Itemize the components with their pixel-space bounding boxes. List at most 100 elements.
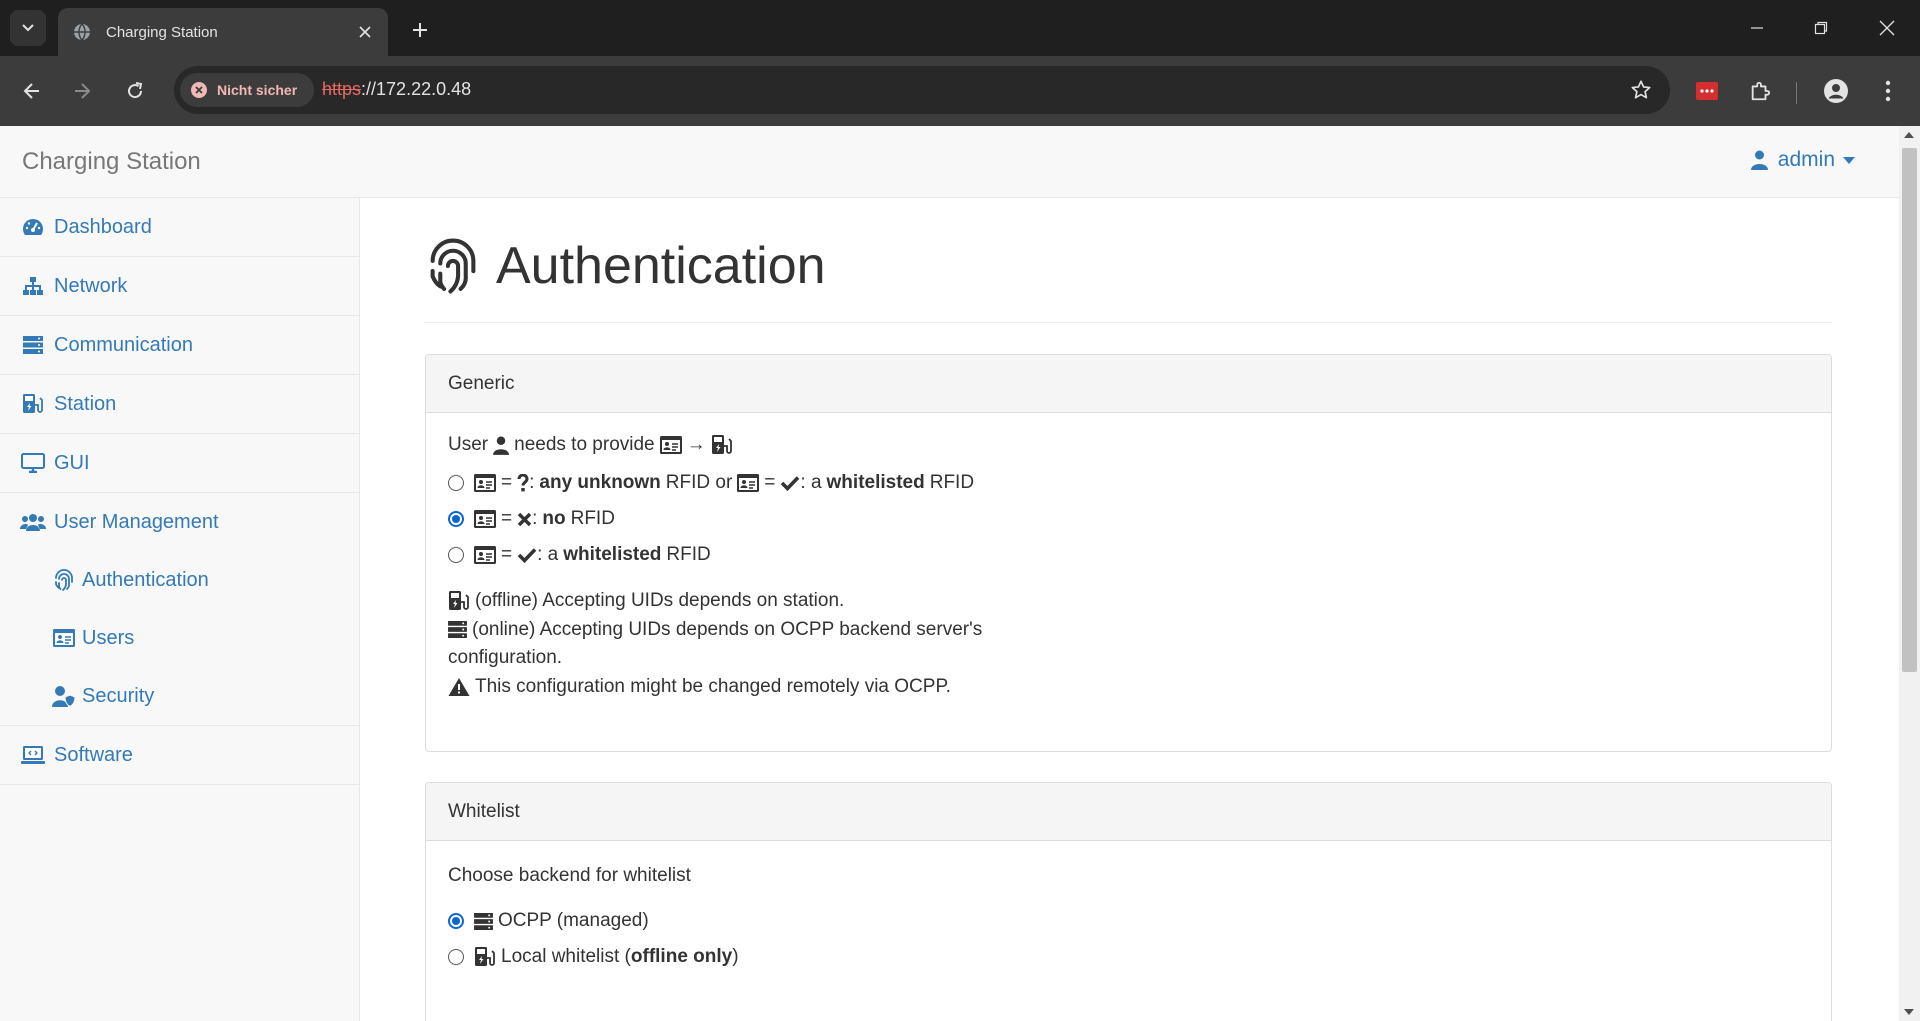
arrow-right-icon xyxy=(75,83,91,99)
sidebar-item-gui[interactable]: GUI xyxy=(0,434,359,493)
radio-button[interactable] xyxy=(448,547,464,563)
sidebar-item-software[interactable]: Software xyxy=(0,726,359,785)
colon-text: : xyxy=(532,508,538,529)
times-icon xyxy=(517,512,532,526)
scroll-up-arrow[interactable] xyxy=(1904,132,1914,138)
auth-option-whitelisted[interactable]: = : a whitelisted RFID xyxy=(448,537,1809,573)
tab-close-button[interactable] xyxy=(352,19,378,45)
auth-option-unknown-or-whitelisted[interactable]: = : any unknown RFID or = : a whiteliste… xyxy=(448,465,1809,501)
new-tab-button[interactable] xyxy=(404,14,436,46)
any-unknown-text: any unknown xyxy=(539,472,661,493)
ocpp-option-text: OCPP (managed) xyxy=(498,910,649,931)
puzzle-icon xyxy=(1751,81,1771,101)
id-card-icon xyxy=(474,546,496,564)
users-icon xyxy=(20,509,46,535)
page-scrollbar[interactable] xyxy=(1899,126,1920,1021)
tab-title: Charging Station xyxy=(106,23,218,41)
radio-button[interactable] xyxy=(448,949,464,965)
radio-button-selected[interactable] xyxy=(448,913,464,929)
generic-panel: Generic User needs to provide → = : any … xyxy=(425,354,1832,752)
sidebar-item-authentication[interactable]: Authentication xyxy=(0,551,359,609)
sidebar-item-label: Network xyxy=(54,274,128,297)
scroll-down-arrow[interactable] xyxy=(1904,1009,1914,1015)
sidebar-item-label: Station xyxy=(54,392,117,415)
sidebar-item-label: Software xyxy=(54,743,133,766)
notes: (offline) Accepting UIDs depends on stat… xyxy=(448,587,1809,701)
arrow-left-icon xyxy=(23,83,39,99)
back-button[interactable] xyxy=(12,71,52,111)
main-content: Authentication Generic User needs to pro… xyxy=(360,198,1899,1021)
equals-text: = xyxy=(501,508,513,529)
dashboard-icon xyxy=(20,214,46,240)
star-icon xyxy=(1631,80,1651,99)
equals-text: = xyxy=(764,472,776,493)
url-host: ://172.22.0.48 xyxy=(361,79,472,99)
user-icon xyxy=(1750,150,1768,170)
sidebar-item-label: Dashboard xyxy=(54,215,152,238)
sidebar-item-station[interactable]: Station xyxy=(0,375,359,434)
browser-menu-button[interactable] xyxy=(1868,71,1908,111)
browser-tab[interactable]: Charging Station xyxy=(58,8,388,56)
intro-line: User needs to provide → xyxy=(448,433,1809,457)
check-icon xyxy=(517,548,537,563)
sidebar-item-label: Users xyxy=(82,626,135,649)
restore-button[interactable] xyxy=(1790,0,1852,56)
fingerprint-icon xyxy=(430,238,476,294)
forward-button[interactable] xyxy=(62,71,102,111)
page-title: Authentication xyxy=(496,237,826,295)
whitelist-option-ocpp[interactable]: OCPP (managed) xyxy=(448,903,1809,939)
note-offline: (offline) Accepting UIDs depends on stat… xyxy=(448,587,1809,616)
minimize-button[interactable] xyxy=(1726,0,1788,56)
equals-text: = xyxy=(501,544,513,565)
sidebar-item-security[interactable]: Security xyxy=(0,667,359,725)
sidebar-item-dashboard[interactable]: Dashboard xyxy=(0,198,359,257)
question-icon xyxy=(517,474,529,492)
sidebar-item-user-management[interactable]: User Management xyxy=(0,493,359,551)
sidebar-item-users[interactable]: Users xyxy=(0,609,359,667)
scrollbar-thumb[interactable] xyxy=(1902,148,1917,672)
security-label: Nicht sicher xyxy=(217,82,298,98)
panel-body: Choose backend for whitelist OCPP (manag… xyxy=(426,841,1831,997)
local-option-text: Local whitelist ( xyxy=(501,946,631,967)
whitelist-option-local[interactable]: Local whitelist (offline only) xyxy=(448,939,1809,975)
rfid-text: RFID xyxy=(666,544,711,565)
security-chip[interactable]: Nicht sicher xyxy=(180,73,314,107)
url-text[interactable]: https://172.22.0.48 xyxy=(322,79,471,100)
tab-search-button[interactable] xyxy=(10,10,46,46)
user-menu[interactable]: admin xyxy=(1750,148,1855,172)
brand[interactable]: Charging Station xyxy=(22,148,201,176)
user-name: admin xyxy=(1777,148,1835,171)
id-card-icon xyxy=(737,474,760,492)
arrow-text: → xyxy=(686,434,706,455)
radio-button[interactable] xyxy=(448,475,464,491)
sidebar-item-network[interactable]: Network xyxy=(0,257,359,316)
charging-station-icon xyxy=(475,947,495,966)
auth-option-no-rfid[interactable]: = : no RFID xyxy=(448,501,1809,537)
close-window-button[interactable] xyxy=(1856,0,1918,56)
panel-body: User needs to provide → = : any unknown … xyxy=(426,413,1831,723)
address-bar[interactable]: Nicht sicher https://172.22.0.48 xyxy=(174,66,1670,114)
whitelist-panel: Whitelist Choose backend for whitelist O… xyxy=(425,782,1832,1021)
reload-icon xyxy=(128,82,143,99)
password-extension-button[interactable] xyxy=(1687,71,1727,111)
profile-button[interactable] xyxy=(1816,71,1856,111)
option-text: : a xyxy=(800,472,822,493)
whitelisted-text: whitelisted xyxy=(563,544,662,565)
whitelist-prompt: Choose backend for whitelist xyxy=(448,865,691,886)
reload-button[interactable] xyxy=(115,71,155,111)
charging-station-icon xyxy=(449,591,469,611)
more-vertical-icon xyxy=(1885,80,1891,102)
rfid-text: RFID xyxy=(570,508,615,529)
warning-icon xyxy=(448,677,470,696)
chevron-down-icon xyxy=(22,24,34,32)
radio-button-selected[interactable] xyxy=(448,511,464,527)
extensions-button[interactable] xyxy=(1740,71,1780,111)
sidebar-item-communication[interactable]: Communication xyxy=(0,316,359,375)
check-icon xyxy=(781,476,800,491)
colon-text: : xyxy=(529,472,535,493)
intro-user-text: User xyxy=(448,434,489,455)
laptop-code-icon xyxy=(20,742,46,768)
bookmark-button[interactable] xyxy=(1624,73,1658,107)
browser-tab-bar: Charging Station xyxy=(0,0,1920,56)
server-icon xyxy=(474,912,493,930)
